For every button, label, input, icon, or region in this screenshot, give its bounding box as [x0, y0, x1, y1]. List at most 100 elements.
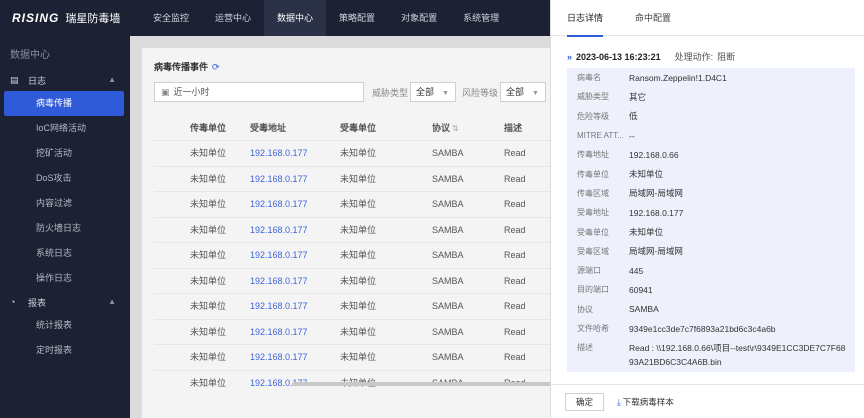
- sort-icon[interactable]: ⇅: [452, 124, 459, 133]
- detail-value: 192.168.0.177: [629, 207, 684, 218]
- detail-value: 其它: [629, 91, 647, 102]
- topnav-policy[interactable]: 策略配置: [326, 0, 388, 36]
- cell-protocol: SAMBA: [432, 275, 464, 286]
- app-logo[interactable]: RISING 瑞星防毒墙: [12, 10, 120, 26]
- filter-bar: ▣ 近一小时 威胁类型 全部 ▼ 风险等级 全部 ▼: [154, 82, 564, 102]
- detail-value: 局域网-局域网: [629, 246, 683, 257]
- sidebar-item-system-log[interactable]: 系统日志: [0, 241, 130, 266]
- topnav-data-center[interactable]: 数据中心: [264, 0, 327, 36]
- cell-dst-unit: 未知单位: [340, 173, 377, 184]
- threat-type-label: 威胁类型: [372, 88, 409, 98]
- sidebar-item-firewall-log[interactable]: 防火墙日志: [0, 216, 130, 241]
- sidebar-item-content-filter[interactable]: 内容过滤: [0, 191, 130, 216]
- tab-hit-config[interactable]: 命中配置: [635, 0, 671, 36]
- drawer-footer: 确定 ⤓ 下载病毒样本: [551, 384, 864, 418]
- detail-row: 源端口 445: [567, 261, 855, 280]
- threat-type-select[interactable]: 全部 ▼: [410, 82, 456, 102]
- cell-protocol: SAMBA: [432, 301, 464, 311]
- sidebar-item-virus-spread[interactable]: 病毒传播: [4, 91, 124, 116]
- log-detail-drawer: 日志详情 命中配置 » 2023-06-13 16:23:21 处理动作: 阻断 病毒…: [550, 0, 864, 418]
- table-row[interactable]: 未知单位192.168.0.177未知单位SAMBARead: [154, 242, 564, 268]
- cell-dst-unit: 未知单位: [340, 199, 377, 209]
- sidebar: 数据中心 ▤ 日志 ▲ 病毒传播 IoC网络活动 挖矿活动 DoS攻击 内容过滤…: [0, 36, 130, 418]
- column-dst-addr[interactable]: 受毒地址: [250, 116, 340, 140]
- detail-row: 传毒单位 未知单位: [567, 164, 855, 183]
- sidebar-item-ioc[interactable]: IoC网络活动: [0, 116, 130, 141]
- topnav-security-monitor[interactable]: 安全监控: [140, 0, 202, 36]
- cell-protocol: SAMBA: [432, 352, 464, 362]
- download-sample-label: 下载病毒样本: [622, 397, 674, 407]
- table-row[interactable]: 未知单位192.168.0.177未知单位SAMBARead: [154, 216, 564, 243]
- sidebar-item-dos[interactable]: DoS攻击: [0, 166, 130, 191]
- detail-row: 受毒单位 未知单位: [567, 222, 855, 241]
- event-time: 2023-06-13 16:23:21: [576, 52, 661, 62]
- detail-row: 描述 Read : \\192.168.0.66\项目--test\r\9349…: [567, 338, 855, 369]
- download-sample-button[interactable]: ⤓ 下载病毒样本: [617, 393, 674, 411]
- sidebar-group-log[interactable]: ▤ 日志 ▲: [0, 69, 130, 91]
- detail-key: 受毒单位: [577, 227, 609, 237]
- table-row[interactable]: 未知单位192.168.0.177未知单位SAMBARead: [154, 344, 564, 370]
- detail-value: 445: [629, 265, 644, 276]
- cell-dst-addr[interactable]: 192.168.0.177: [250, 269, 340, 294]
- cell-src-unit: 未知单位: [190, 173, 227, 184]
- detail-value: 192.168.0.66: [629, 149, 679, 160]
- sidebar-item-stat-report[interactable]: 统计报表: [0, 313, 130, 338]
- column-src-unit[interactable]: 传毒单位: [154, 116, 250, 140]
- column-protocol[interactable]: 协议 ⇅: [432, 116, 504, 140]
- cell-dst-addr[interactable]: 192.168.0.177: [250, 320, 340, 345]
- cell-dst-unit: 未知单位: [340, 301, 377, 311]
- detail-key: 传毒地址: [577, 150, 609, 160]
- risk-level-label: 风险等级: [462, 88, 499, 98]
- detail-value: --: [629, 130, 635, 141]
- detail-row: 受毒地址 192.168.0.177: [567, 203, 855, 222]
- main-content: 病毒传播事件 ⟳ ▣ 近一小时 威胁类型 全部 ▼ 风险等级 全部 ▼ 传毒单位 受毒地…: [130, 36, 564, 418]
- detail-row: 协议 SAMBA: [567, 300, 855, 319]
- cell-dst-addr[interactable]: 192.168.0.177: [250, 192, 340, 217]
- cell-dst-addr[interactable]: 192.168.0.177: [250, 243, 340, 268]
- detail-key: 源端口: [577, 266, 601, 276]
- detail-row: 传毒区域 局域网-局域网: [567, 184, 855, 203]
- cell-dst-addr[interactable]: 192.168.0.177: [250, 167, 340, 192]
- risk-level-select[interactable]: 全部 ▼: [500, 82, 546, 102]
- cell-src-unit: 未知单位: [190, 352, 227, 362]
- cell-dst-addr[interactable]: 192.168.0.177: [250, 141, 340, 166]
- table-row[interactable]: 未知单位192.168.0.177未知单位SAMBARead: [154, 165, 564, 192]
- detail-value: 局域网-局域网: [629, 188, 683, 199]
- table-row[interactable]: 未知单位192.168.0.177未知单位SAMBARead: [154, 318, 564, 345]
- cell-dst-addr[interactable]: 192.168.0.177: [250, 218, 340, 243]
- confirm-button[interactable]: 确定: [565, 393, 605, 411]
- sidebar-group-report[interactable]: ◔ 报表 ▲: [0, 291, 130, 313]
- table-row[interactable]: 未知单位192.168.0.177未知单位SAMBARead: [154, 267, 564, 294]
- tab-log-detail[interactable]: 日志详情: [567, 0, 604, 37]
- topnav-system[interactable]: 系统管理: [450, 0, 512, 36]
- brand-name: RISING: [12, 11, 60, 25]
- sidebar-item-scheduled-report[interactable]: 定时报表: [0, 338, 130, 363]
- table-row[interactable]: 未知单位192.168.0.177未知单位SAMBARead: [154, 293, 564, 319]
- cell-dst-unit: 未知单位: [340, 275, 377, 286]
- time-range-picker[interactable]: ▣ 近一小时: [154, 82, 364, 102]
- column-dst-unit[interactable]: 受毒单位: [340, 116, 432, 140]
- cell-src-unit: 未知单位: [190, 250, 227, 260]
- topnav-operations[interactable]: 运营中心: [202, 0, 264, 36]
- refresh-icon[interactable]: ⟳: [212, 62, 220, 72]
- cell-src-unit: 未知单位: [190, 275, 227, 286]
- sidebar-item-operation-log[interactable]: 操作日志: [0, 266, 130, 291]
- download-icon: ⤓: [617, 397, 621, 407]
- horizontal-scrollbar[interactable]: [292, 382, 552, 386]
- cell-dst-addr[interactable]: 192.168.0.177: [250, 345, 340, 370]
- event-header: » 2023-06-13 16:23:21 处理动作: 阻断: [567, 50, 735, 63]
- calendar-icon: ▣: [161, 87, 170, 97]
- table-row[interactable]: 未知单位192.168.0.177未知单位SAMBARead: [154, 191, 564, 217]
- topnav-objects[interactable]: 对象配置: [388, 0, 450, 36]
- time-range-value: 近一小时: [173, 87, 210, 97]
- detail-value: 未知单位: [629, 227, 664, 238]
- cell-dst-addr[interactable]: 192.168.0.177: [250, 294, 340, 319]
- cell-src-unit: 未知单位: [190, 199, 227, 209]
- detail-row: 受毒区域 局域网-局域网: [567, 242, 855, 261]
- chevron-down-icon: ▼: [532, 90, 539, 97]
- chevron-up-icon: ▲: [108, 297, 116, 306]
- sidebar-item-mining[interactable]: 挖矿活动: [0, 141, 130, 166]
- detail-fields: 病毒名 Ransom.Zeppelin!1.D4C1 威胁类型 其它 危险等级 低 MITR…: [567, 68, 855, 372]
- table-row[interactable]: 未知单位192.168.0.177未知单位SAMBARead: [154, 140, 564, 166]
- detail-row: 病毒名 Ransom.Zeppelin!1.D4C1: [567, 68, 855, 87]
